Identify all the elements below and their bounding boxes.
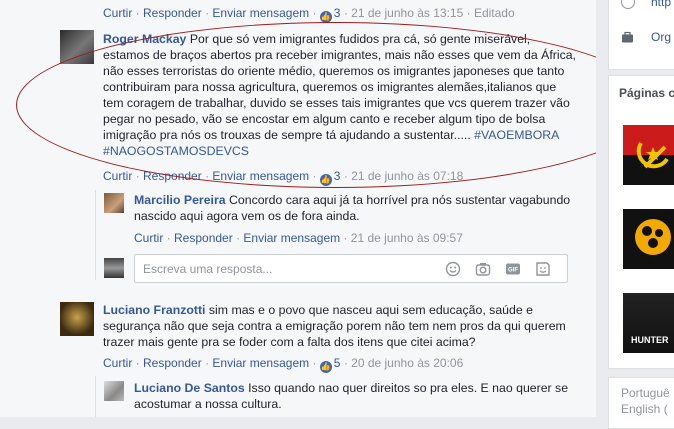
like-icon: 👍: [319, 361, 332, 373]
emoji-icon[interactable]: [445, 261, 461, 277]
page-thumbnail-hunter[interactable]: HUNTER: [623, 293, 674, 353]
reply-input-box[interactable]: GIF: [134, 254, 568, 283]
sidebar-link-org[interactable]: Org: [651, 30, 671, 44]
language-card: Portuguê English (: [608, 377, 674, 429]
like-link[interactable]: Curtir: [103, 6, 132, 20]
svg-text:GIF: GIF: [508, 268, 518, 274]
reply-thread-line: [95, 376, 96, 417]
comment-actions: Curtir · Responder · Enviar mensagem · 👍…: [103, 356, 464, 373]
send-message-link[interactable]: Enviar mensagem: [212, 356, 309, 370]
send-message-link[interactable]: Enviar mensagem: [212, 169, 309, 183]
reply-link[interactable]: Responder: [143, 6, 202, 20]
comment-date[interactable]: 21 de junho às 13:15: [351, 6, 463, 20]
sidebar-links-card: http Org: [608, 0, 674, 70]
like-link[interactable]: Curtir: [103, 356, 132, 370]
edited-label[interactable]: Editado: [474, 6, 515, 20]
reply-link[interactable]: Responder: [143, 356, 202, 370]
like-count[interactable]: 3: [334, 6, 341, 20]
reply-input[interactable]: [141, 261, 435, 277]
like-count[interactable]: 3: [334, 169, 341, 183]
like-icon: 👍: [319, 174, 332, 186]
comment-author[interactable]: Luciano Franzotti: [103, 303, 205, 317]
comment-actions: Curtir · Responder · Enviar mensagem · 👍…: [103, 169, 464, 186]
reply-body: Luciano De Santos Isso quando nao quer d…: [134, 380, 574, 412]
comment-date[interactable]: 20 de junho às 20:06: [351, 356, 463, 370]
brain-head-icon: [635, 219, 671, 255]
language-current[interactable]: Portuguê: [621, 386, 670, 400]
reply-date[interactable]: 21 de junho às 09:57: [351, 231, 463, 245]
comment-date[interactable]: 21 de junho às 07:18: [351, 169, 463, 183]
reply-link[interactable]: Responder: [143, 169, 202, 183]
like-icon: 👍: [319, 11, 332, 23]
current-user-avatar: [104, 258, 124, 278]
send-message-link[interactable]: Enviar mensagem: [243, 231, 340, 245]
comment-body: Roger Mackay Por que só vem imigrantes f…: [103, 31, 578, 159]
gif-icon[interactable]: GIF: [505, 261, 521, 277]
avatar[interactable]: [60, 30, 94, 64]
top-comment-actions: Curtir · Responder · Enviar mensagem · 👍…: [103, 6, 515, 23]
like-count[interactable]: 5: [334, 356, 341, 370]
send-message-link[interactable]: Enviar mensagem: [212, 6, 309, 20]
reply-link[interactable]: Responder: [174, 231, 233, 245]
language-option[interactable]: English (: [621, 402, 668, 416]
page-thumbnail-angola[interactable]: [623, 125, 674, 185]
angola-emblem-icon: [636, 141, 669, 169]
reply-author[interactable]: Luciano De Santos: [134, 381, 245, 395]
reply-author[interactable]: Marcilio Pereira: [134, 193, 226, 207]
reply-body: Marcilio Pereira Concordo cara aqui já t…: [134, 192, 574, 224]
radio-icon[interactable]: [621, 0, 635, 9]
sidebar-link-top[interactable]: http: [651, 0, 671, 9]
camera-icon[interactable]: [475, 261, 491, 277]
comment-body: Luciano Franzotti sim mas e o povo que n…: [103, 302, 578, 350]
avatar[interactable]: [60, 302, 94, 336]
avatar[interactable]: [104, 193, 124, 213]
pages-heading: Páginas c: [619, 86, 674, 100]
briefcase-icon: [622, 31, 633, 43]
sticker-icon[interactable]: [535, 261, 551, 277]
like-link[interactable]: Curtir: [134, 231, 163, 245]
comment-text: Por que só vem imigrantes fudidos pra cá…: [103, 32, 576, 142]
hunter-ad-text: HUNTER: [631, 335, 669, 345]
like-link[interactable]: Curtir: [103, 169, 132, 183]
page-thumbnail-brain[interactable]: [623, 209, 674, 269]
comments-feed: Curtir · Responder · Enviar mensagem · 👍…: [0, 0, 656, 417]
pages-card: Páginas c HUNTER: [608, 75, 674, 369]
right-sidebar: http Org Páginas c HUNTER Portuguê Engli…: [596, 0, 674, 429]
reply-thread-line: [95, 190, 96, 280]
reply-actions: Curtir · Responder · Enviar mensagem · 2…: [134, 231, 463, 245]
comment-author[interactable]: Roger Mackay: [103, 32, 186, 46]
avatar[interactable]: [104, 381, 124, 401]
